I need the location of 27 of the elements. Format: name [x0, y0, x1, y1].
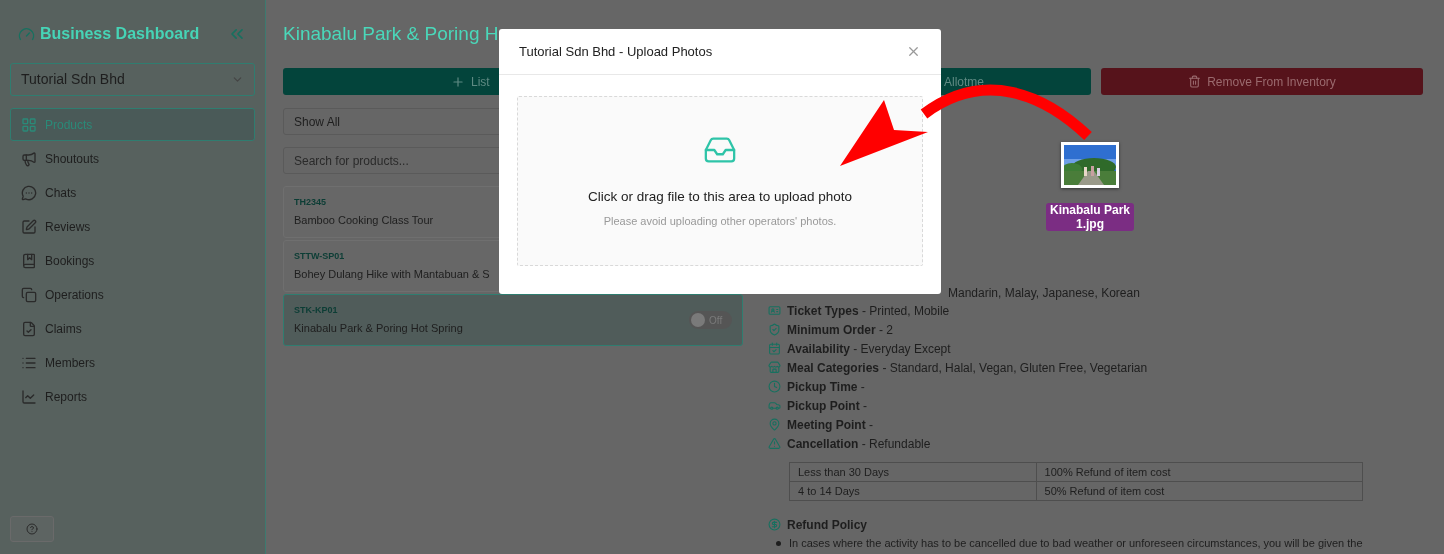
- file-name: Kinabalu Park 1.jpg: [1046, 203, 1134, 231]
- product-name: Bohey Dulang Hike with Mantabuan & S: [294, 267, 490, 282]
- upload-hint: Please avoid uploading other operators' photos.: [603, 214, 837, 230]
- detail-text: Meeting Point -: [787, 416, 873, 434]
- dialog-title: Tutorial Sdn Bhd - Upload Photos: [519, 42, 713, 61]
- detail-text: Availability - Everyday Except: [787, 340, 951, 358]
- product-code: TH2345: [294, 195, 328, 209]
- detail-text: Pickup Time -: [787, 378, 865, 396]
- product-name: Bamboo Cooking Class Tour: [294, 213, 434, 228]
- detail-text: Ticket Types - Printed, Mobile: [787, 302, 950, 320]
- app-title: Business Dashboard: [40, 24, 200, 44]
- detail-text: Cancellation - Refundable: [787, 435, 931, 453]
- detail-text: Minimum Order - 2: [787, 321, 894, 339]
- section-title: Refund Policy: [787, 516, 867, 534]
- detail-text: Pickup Point -: [787, 397, 868, 415]
- table-cell: 100% Refund of item cost: [1036, 462, 1363, 482]
- table-cell: Less than 30 Days: [789, 462, 1037, 482]
- bullet-text: In cases where the activity has to be cancelled due to bad weather or unforeseen circumstances, you will be given the: [789, 536, 1363, 552]
- upload-prompt: Click or drag file to this area to upload photo: [587, 188, 853, 206]
- detail-text: Mandarin, Malay, Japanese, Korean: [948, 285, 1140, 302]
- page-title: Kinabalu Park & Poring H: [283, 22, 499, 46]
- product-code: STK-KP01: [294, 303, 339, 317]
- product-code: STTW-SP01: [294, 249, 346, 263]
- table-cell: 50% Refund of item cost: [1036, 481, 1363, 501]
- product-name: Kinabalu Park & Poring Hot Spring: [294, 321, 463, 336]
- table-cell: 4 to 14 Days: [789, 481, 1037, 501]
- detail-text: Meal Categories - Standard, Halal, Vegan, Gluten Free, Vegetarian: [787, 359, 1148, 377]
